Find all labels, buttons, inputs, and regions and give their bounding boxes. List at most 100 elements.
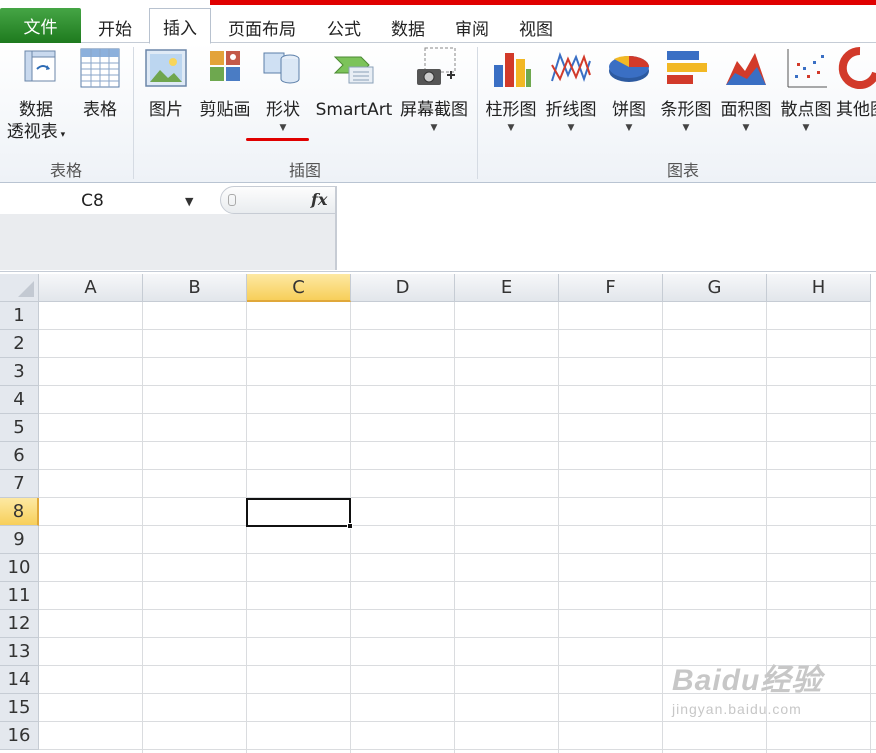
shapes-icon bbox=[263, 52, 300, 84]
tab-insert[interactable]: 插入 bbox=[149, 8, 211, 44]
watermark-logo: Baidu经验 bbox=[672, 664, 823, 697]
row-header-3[interactable]: 3 bbox=[0, 358, 39, 386]
grid-line bbox=[39, 609, 876, 610]
shapes-label: 形状 bbox=[266, 100, 300, 120]
row-header-6[interactable]: 6 bbox=[0, 442, 39, 470]
area-chart-icon bbox=[726, 53, 766, 85]
grid-line bbox=[39, 525, 876, 526]
tab-file[interactable]: 文件 bbox=[0, 8, 81, 43]
picture-button[interactable]: 图片 bbox=[142, 45, 190, 121]
grid-line bbox=[39, 721, 876, 722]
formula-input[interactable] bbox=[336, 186, 876, 270]
screenshot-icon bbox=[417, 47, 456, 85]
bar-chart-label: 条形图 bbox=[660, 100, 712, 120]
line-chart-button[interactable]: 折线图 ▼ bbox=[542, 45, 600, 133]
select-all-icon bbox=[18, 281, 34, 297]
screenshot-label: 屏幕截图 bbox=[400, 100, 468, 120]
row-header-13[interactable]: 13 bbox=[0, 638, 39, 666]
watermark-url: jingyan.baidu.com bbox=[672, 701, 802, 717]
other-charts-label: 其他图 bbox=[836, 100, 876, 120]
bar-chart-button[interactable]: 条形图 ▼ bbox=[657, 45, 715, 133]
column-header-e[interactable]: E bbox=[455, 274, 559, 302]
tab-formulas[interactable]: 公式 bbox=[316, 11, 372, 43]
shapes-button[interactable]: 形状 ▼ bbox=[258, 45, 308, 133]
grid-line bbox=[662, 302, 663, 753]
area-chart-label: 面积图 bbox=[720, 100, 772, 120]
tab-data[interactable]: 数据 bbox=[380, 11, 436, 43]
resize-handle-icon[interactable] bbox=[228, 194, 236, 206]
clipart-icon bbox=[210, 51, 240, 81]
tab-page-layout[interactable]: 页面布局 bbox=[216, 11, 308, 43]
column-header-b[interactable]: B bbox=[143, 274, 247, 302]
smartart-button[interactable]: SmartArt bbox=[314, 45, 394, 121]
grid-line bbox=[39, 469, 876, 470]
picture-icon bbox=[145, 49, 187, 87]
dropdown-arrow-icon: ▼ bbox=[430, 123, 438, 133]
pie-chart-button[interactable]: 饼图 ▼ bbox=[604, 45, 654, 133]
column-header-g[interactable]: G bbox=[663, 274, 767, 302]
grid-line bbox=[39, 329, 876, 330]
column-header-f[interactable]: F bbox=[559, 274, 663, 302]
area-chart-button[interactable]: 面积图 ▼ bbox=[717, 45, 775, 133]
name-box-area bbox=[0, 214, 336, 270]
row-header-9[interactable]: 9 bbox=[0, 526, 39, 554]
select-all-button[interactable] bbox=[0, 274, 39, 302]
scatter-chart-button[interactable]: 散点图 ▼ bbox=[777, 45, 835, 133]
picture-label: 图片 bbox=[149, 100, 183, 120]
insert-function-button[interactable]: fx bbox=[311, 190, 327, 209]
table-button[interactable]: 表格 bbox=[75, 45, 125, 121]
grid-line bbox=[39, 385, 876, 386]
table-label: 表格 bbox=[83, 100, 117, 120]
dropdown-arrow-icon: ▼ bbox=[625, 123, 633, 133]
grid-line bbox=[870, 302, 871, 753]
tab-home[interactable]: 开始 bbox=[85, 11, 145, 43]
tab-review[interactable]: 审阅 bbox=[444, 11, 500, 43]
column-chart-button[interactable]: 柱形图 ▼ bbox=[482, 45, 540, 133]
row-header-15[interactable]: 15 bbox=[0, 694, 39, 722]
dropdown-arrow-icon: ▼ bbox=[507, 123, 515, 133]
grid-line bbox=[142, 302, 143, 753]
row-header-10[interactable]: 10 bbox=[0, 554, 39, 582]
other-charts-button[interactable]: 其他图 bbox=[836, 45, 876, 121]
scatter-chart-label: 散点图 bbox=[780, 100, 832, 120]
scatter-chart-icon bbox=[787, 49, 827, 88]
name-box-value: C8 bbox=[81, 191, 104, 211]
dropdown-arrow-icon: ▼ bbox=[742, 123, 750, 133]
grid-line bbox=[39, 413, 876, 414]
grid-line bbox=[39, 749, 876, 750]
row-header-1[interactable]: 1 bbox=[0, 302, 39, 330]
other-charts-icon bbox=[838, 46, 876, 89]
pivot-label-1: 数据 bbox=[18, 100, 53, 120]
name-box[interactable]: C8 ▼ bbox=[0, 188, 218, 214]
row-header-2[interactable]: 2 bbox=[0, 330, 39, 358]
clipart-label: 剪贴画 bbox=[199, 100, 251, 120]
row-header-11[interactable]: 11 bbox=[0, 582, 39, 610]
column-chart-icon bbox=[494, 53, 531, 87]
row-header-12[interactable]: 12 bbox=[0, 610, 39, 638]
screenshot-button[interactable]: 屏幕截图 ▼ bbox=[398, 45, 470, 133]
row-header-4[interactable]: 4 bbox=[0, 386, 39, 414]
column-header-h[interactable]: H bbox=[767, 274, 871, 302]
column-header-c[interactable]: C bbox=[247, 274, 351, 302]
column-header-a[interactable]: A bbox=[39, 274, 143, 302]
row-header-7[interactable]: 7 bbox=[0, 470, 39, 498]
tab-view[interactable]: 视图 bbox=[508, 11, 564, 43]
row-header-16[interactable]: 16 bbox=[0, 722, 39, 750]
row-header-14[interactable]: 14 bbox=[0, 666, 39, 694]
grid-line bbox=[454, 302, 455, 753]
fill-handle[interactable] bbox=[347, 523, 353, 529]
selected-cell-c8[interactable] bbox=[246, 498, 353, 529]
smartart-icon bbox=[333, 56, 374, 84]
pie-chart-label: 饼图 bbox=[612, 100, 646, 120]
group-label-tables: 表格 bbox=[49, 161, 82, 180]
chevron-down-icon[interactable]: ▼ bbox=[185, 195, 193, 208]
dropdown-arrow-icon: ▼ bbox=[682, 123, 690, 133]
grid-line bbox=[39, 497, 876, 498]
row-header-8[interactable]: 8 bbox=[0, 498, 39, 526]
clipart-button[interactable]: 剪贴画 bbox=[196, 45, 254, 121]
column-header-d[interactable]: D bbox=[351, 274, 455, 302]
pivot-table-button[interactable]: 数据 透视表 ▾ bbox=[0, 45, 72, 146]
row-header-5[interactable]: 5 bbox=[0, 414, 39, 442]
grid-line bbox=[39, 553, 876, 554]
formula-bar: C8 ▼ fx bbox=[0, 183, 876, 272]
